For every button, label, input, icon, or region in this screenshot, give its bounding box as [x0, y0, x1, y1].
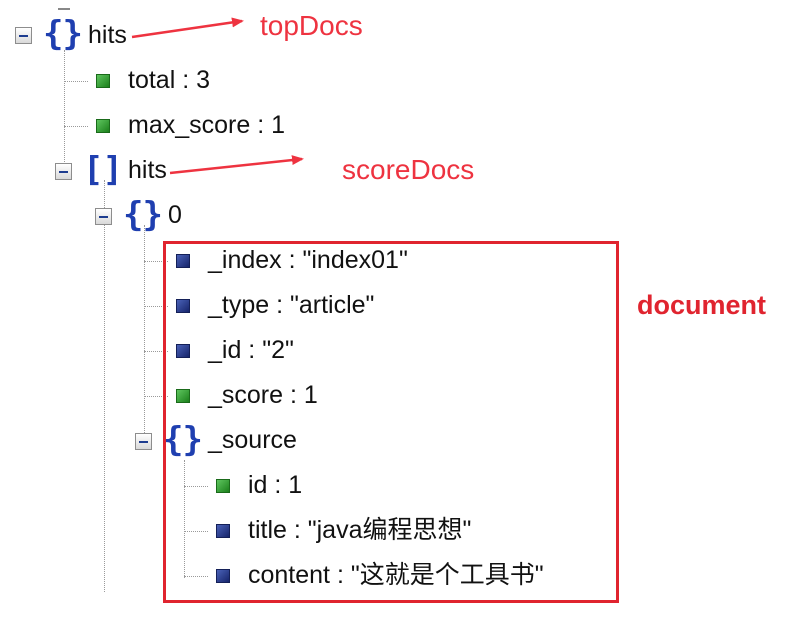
tree-guide-max-score — [64, 126, 88, 127]
collapse-minus-icon[interactable] — [135, 433, 152, 450]
annotation-document: document — [637, 290, 767, 320]
collapse-minus-icon[interactable] — [95, 208, 112, 225]
document-highlight-box — [163, 241, 619, 603]
tree-node-max-score[interactable]: max_score : 1 — [128, 105, 285, 145]
tree-guide-total — [64, 81, 88, 82]
topdocs-arrow — [131, 17, 244, 39]
object-brace-icon: {} — [123, 195, 163, 235]
object-brace-icon: {} — [43, 14, 83, 54]
annotation-scoredocs: scoreDocs — [342, 154, 475, 185]
tree-node-total[interactable]: total : 3 — [128, 60, 210, 100]
collapse-minus-icon[interactable] — [15, 27, 32, 44]
annotation-topdocs: topDocs — [260, 10, 363, 41]
tree-guide-hits — [104, 180, 105, 592]
node-label: total : 3 — [128, 66, 210, 94]
tree-node-hits-root[interactable]: hits — [88, 15, 127, 55]
tree-guide-root — [64, 50, 65, 162]
node-label: 0 — [168, 201, 182, 229]
tree-node-hits-array[interactable]: hits — [128, 150, 167, 190]
cutoff-mark — [58, 8, 70, 10]
green-square-icon — [96, 119, 110, 133]
scoredocs-arrow — [169, 155, 304, 175]
green-square-icon — [96, 74, 110, 88]
collapse-minus-icon[interactable] — [55, 163, 72, 180]
json-tree-diagram: {} hits total : 3 max_score : 1 [] hits … — [0, 0, 812, 622]
array-bracket-icon: [] — [83, 150, 123, 190]
node-label: hits — [88, 21, 127, 49]
tree-node-item-0[interactable]: 0 — [168, 195, 182, 235]
node-label: max_score : 1 — [128, 111, 286, 139]
tree-guide-item-0 — [144, 225, 145, 433]
node-label: hits — [128, 156, 167, 184]
